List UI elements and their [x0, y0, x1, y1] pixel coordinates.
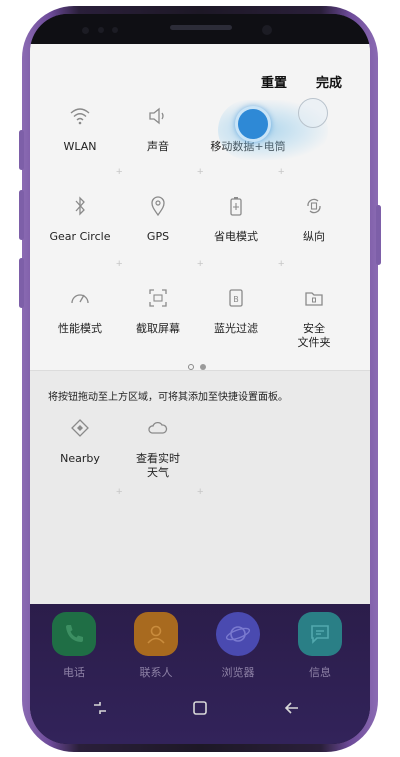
- weather-icon: [146, 416, 170, 440]
- home-icon[interactable]: [188, 696, 212, 720]
- message-icon: [298, 612, 342, 656]
- volume-down-button: [19, 190, 24, 240]
- navigation-bar: [30, 690, 370, 730]
- tile-gear-circle[interactable]: Gear Circle: [40, 194, 120, 244]
- performance-icon: [68, 286, 92, 310]
- tile-screenshot[interactable]: 截取屏幕: [118, 286, 198, 336]
- tile-label: 查看实时 天气: [136, 452, 180, 479]
- blue-light-icon: B: [224, 286, 248, 310]
- app-browser[interactable]: 浏览器: [208, 612, 268, 680]
- reset-button[interactable]: 重置: [261, 72, 287, 91]
- quick-settings-edit-panel: 重置 完成 WLAN 声音 移动数据+电筒 + + +: [30, 44, 370, 604]
- tile-portrait[interactable]: 纵向: [274, 194, 354, 244]
- secure-folder-icon: [302, 286, 326, 310]
- grid-plus: +: [116, 166, 123, 178]
- tile-secure-folder[interactable]: 安全 文件夹: [274, 286, 354, 350]
- volume-up-button: [19, 130, 24, 170]
- tile-label: Gear Circle: [49, 230, 111, 243]
- grid-plus: +: [197, 166, 204, 178]
- tile-sound[interactable]: 声音: [118, 104, 198, 154]
- app-label: 电话: [63, 666, 85, 679]
- tile-label: 蓝光过滤: [214, 322, 258, 335]
- app-label: 信息: [309, 666, 331, 679]
- tile-label: 性能模式: [58, 322, 102, 335]
- tile-wlan[interactable]: WLAN: [40, 104, 120, 154]
- tile-weather[interactable]: 查看实时 天气: [118, 416, 198, 480]
- sound-icon: [146, 104, 170, 128]
- grid-plus: +: [116, 258, 123, 270]
- page-indicator: [188, 364, 212, 372]
- tile-label: 截取屏幕: [136, 322, 180, 335]
- tile-gps[interactable]: GPS: [118, 194, 198, 244]
- sensor-icon: [82, 27, 89, 34]
- app-label: 联系人: [139, 666, 173, 679]
- recent-apps-icon[interactable]: [88, 696, 112, 720]
- page-dot[interactable]: [200, 364, 206, 370]
- grid-plus: +: [197, 486, 204, 498]
- app-messages[interactable]: 信息: [290, 612, 350, 680]
- tile-label: 安全 文件夹: [297, 322, 331, 349]
- phone-icon: [52, 612, 96, 656]
- back-icon[interactable]: [280, 696, 304, 720]
- grid-plus: +: [278, 166, 285, 178]
- battery-saver-icon: [224, 194, 248, 218]
- bluetooth-icon: [68, 194, 92, 218]
- grid-plus: +: [116, 486, 123, 498]
- sensor-icon: [98, 27, 104, 33]
- power-button: [376, 205, 381, 265]
- tile-label: WLAN: [63, 140, 97, 153]
- tile-nearby[interactable]: Nearby: [40, 416, 120, 466]
- wifi-icon: [68, 104, 92, 128]
- app-phone[interactable]: 电话: [44, 612, 104, 680]
- tile-label: 声音: [147, 140, 169, 153]
- nearby-icon: [68, 416, 92, 440]
- location-icon: [146, 194, 170, 218]
- grid-plus: +: [197, 258, 204, 270]
- tile-label: 省电模式: [214, 230, 258, 243]
- app-label: 浏览器: [221, 666, 255, 679]
- bixby-button: [19, 258, 24, 308]
- tile-power-saving[interactable]: 省电模式: [196, 194, 276, 244]
- tile-label: 纵向: [303, 230, 325, 243]
- phone-screen: 重置 完成 WLAN 声音 移动数据+电筒 + + +: [30, 14, 370, 744]
- tile-label: Nearby: [60, 452, 100, 465]
- top-bezel: [30, 14, 370, 44]
- earpiece: [170, 25, 232, 30]
- sensor-icon: [112, 27, 118, 33]
- rotate-icon: [302, 194, 326, 218]
- dragged-tile-indicator[interactable]: [235, 106, 271, 142]
- done-button[interactable]: 完成: [316, 72, 342, 91]
- svg-text:B: B: [233, 295, 239, 304]
- grid-plus: +: [278, 258, 285, 270]
- app-contacts[interactable]: 联系人: [126, 612, 186, 680]
- tile-label: GPS: [146, 230, 170, 243]
- page-dot-active[interactable]: [188, 364, 194, 370]
- screenshot-icon: [146, 286, 170, 310]
- drag-hint-text: 将按钮拖动至上方区域，可将其添加至快捷设置面板。: [48, 392, 288, 403]
- tile-performance-mode[interactable]: 性能模式: [40, 286, 120, 336]
- front-camera-icon: [262, 25, 272, 35]
- tile-blue-light-filter[interactable]: B 蓝光过滤: [196, 286, 276, 336]
- drop-target-ring: [298, 98, 328, 128]
- contacts-icon: [134, 612, 178, 656]
- browser-icon: [216, 612, 260, 656]
- home-screen-dock: 电话 联系人 浏览器 信息: [30, 604, 370, 744]
